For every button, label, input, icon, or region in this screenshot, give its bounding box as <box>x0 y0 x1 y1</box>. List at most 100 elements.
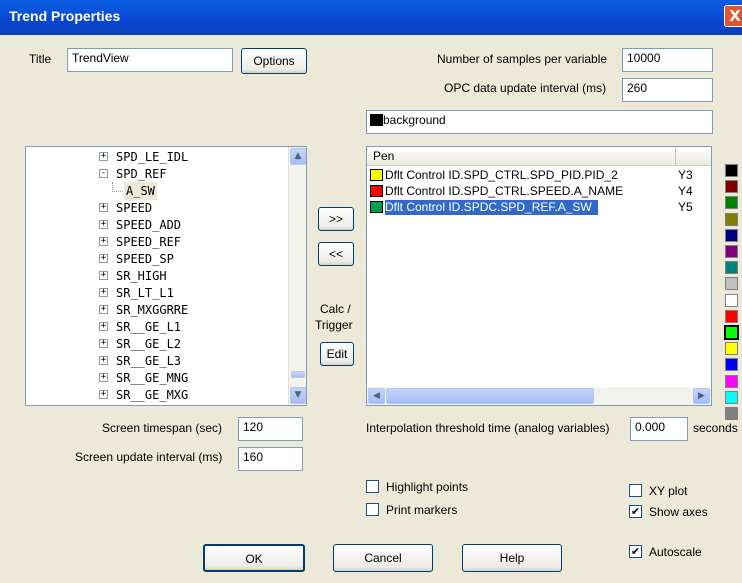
expand-icon[interactable]: + <box>99 339 108 348</box>
tree-connector <box>112 182 123 192</box>
samples-input[interactable]: 10000 <box>622 48 713 72</box>
title-input[interactable]: TrendView <box>67 48 233 72</box>
pen-color-swatch <box>370 185 383 197</box>
opc-interval-input[interactable]: 260 <box>622 78 713 102</box>
tree-item-label: SR__GE_L1 <box>116 320 182 334</box>
palette-color-swatch[interactable] <box>725 342 738 356</box>
tree-item[interactable]: A_SW <box>26 182 288 200</box>
tree-scrollbar[interactable]: ▲ ▼ <box>288 147 306 405</box>
xy-plot-checkbox[interactable] <box>629 484 642 497</box>
expand-icon[interactable]: + <box>99 254 108 263</box>
pen-axis: Y4 <box>678 184 693 198</box>
expand-icon[interactable]: + <box>99 305 108 314</box>
highlight-points-checkbox[interactable] <box>366 480 379 493</box>
autoscale-checkbox[interactable]: ✔ <box>629 545 642 558</box>
interpolation-input[interactable]: 0.000 <box>630 417 688 441</box>
print-markers-checkbox[interactable] <box>366 503 379 516</box>
scroll-up-icon[interactable]: ▲ <box>290 148 306 165</box>
tree-item[interactable]: + SPEED_REF <box>26 233 288 251</box>
tree-item[interactable]: + SR_HIGH <box>26 267 288 285</box>
collapse-icon[interactable]: - <box>99 169 108 178</box>
expand-icon[interactable]: + <box>99 322 108 331</box>
tree-item-label: SR_MXGGRRE <box>116 303 189 317</box>
palette-color-swatch[interactable] <box>725 358 738 372</box>
expand-icon[interactable]: + <box>99 237 108 246</box>
palette-color-swatch[interactable] <box>725 245 738 258</box>
expand-icon[interactable]: + <box>99 356 108 365</box>
background-color-field[interactable]: background <box>366 110 713 134</box>
expand-icon[interactable]: + <box>99 288 108 297</box>
palette-color-swatch[interactable] <box>725 180 738 194</box>
remove-pen-button[interactable]: << <box>318 242 354 266</box>
expand-icon[interactable]: + <box>99 373 108 382</box>
timespan-label: Screen timespan (sec) <box>102 421 223 435</box>
tree-item-label: SR__GE_MXG <box>116 388 189 402</box>
tree-item-label: SR__GE_L2 <box>116 337 182 351</box>
interpolation-label: Interpolation threshold time (analog var… <box>366 421 610 435</box>
expand-icon[interactable]: + <box>99 271 108 280</box>
palette-color-swatch[interactable] <box>725 374 738 388</box>
pen-column-header[interactable]: Pen <box>373 149 394 163</box>
palette-color-swatch[interactable] <box>725 407 738 420</box>
expand-icon[interactable]: + <box>99 152 108 161</box>
scroll-down-icon[interactable]: ▼ <box>290 387 306 404</box>
background-label: background <box>383 113 446 127</box>
palette-color-swatch[interactable] <box>725 196 738 210</box>
options-button[interactable]: Options <box>241 48 307 74</box>
trend-properties-dialog: Trend Properties X Title TrendView Optio… <box>0 0 742 583</box>
tree-item-label: SPD_REF <box>116 167 167 181</box>
pen-axis: Y3 <box>678 168 693 182</box>
tree-item[interactable]: + SR__GE_MNG <box>26 369 288 387</box>
pen-row[interactable]: Dflt Control ID.SPD_CTRL.SPD_PID.PID_2 Y3 <box>369 168 709 183</box>
tree-item-label: SPEED_SP <box>116 252 174 266</box>
tree-item[interactable]: + SPD_LE_IDL <box>26 148 288 166</box>
palette-color-swatch[interactable] <box>725 212 738 226</box>
close-button[interactable]: X <box>724 5 742 27</box>
pen-name: Dflt Control ID.SPDC.SPD_REF.A_SW <box>385 200 598 215</box>
pen-axis: Y5 <box>678 200 693 214</box>
expand-icon[interactable]: + <box>99 203 108 212</box>
pen-list[interactable]: Pen ◀ ▶ Dflt Control ID.SPD_CTRL.SPD_PID… <box>366 146 712 406</box>
add-pen-button[interactable]: >> <box>318 207 354 231</box>
palette-color-swatch[interactable] <box>725 293 738 307</box>
help-button[interactable]: Help <box>462 544 562 572</box>
palette-color-swatch[interactable] <box>725 390 738 404</box>
tree-item-label: SPEED_REF <box>116 235 182 249</box>
column-divider <box>675 147 676 165</box>
edit-button[interactable]: Edit <box>320 342 354 366</box>
tree-item[interactable]: + SR__GE_L2 <box>26 335 288 353</box>
variable-tree[interactable]: ▲ ▼ + SPD_LE_IDL - SPD_REF A_SW + SPEED + SPEED_… <box>25 146 307 406</box>
tree-item[interactable]: + SPEED_ADD <box>26 216 288 234</box>
show-axes-checkbox[interactable]: ✔ <box>629 505 642 518</box>
hscroll-thumb[interactable] <box>386 388 594 404</box>
ok-button[interactable]: OK <box>203 544 305 572</box>
cancel-button[interactable]: Cancel <box>333 544 433 572</box>
tree-item[interactable]: + SPEED <box>26 199 288 217</box>
palette-color-swatch[interactable] <box>725 309 738 323</box>
trigger-label: Trigger <box>315 318 353 332</box>
tree-item[interactable]: + SR__GE_L1 <box>26 318 288 336</box>
palette-color-swatch[interactable] <box>725 164 738 177</box>
tree-item[interactable]: + SR__GE_L3 <box>26 352 288 370</box>
pen-row[interactable]: Dflt Control ID.SPDC.SPD_REF.A_SW Y5 <box>369 200 709 215</box>
tree-item[interactable]: + SR_LT_L1 <box>26 284 288 302</box>
palette-color-swatch[interactable] <box>725 277 738 291</box>
pen-list-hscrollbar[interactable]: ◀ ▶ <box>367 387 711 405</box>
expand-icon[interactable]: + <box>99 220 108 229</box>
tree-item[interactable]: + SR_MXGGRRE <box>26 301 288 319</box>
pen-row[interactable]: Dflt Control ID.SPD_CTRL.SPEED.A_NAME Y4 <box>369 184 709 199</box>
scroll-right-icon[interactable]: ▶ <box>693 388 710 404</box>
palette-color-swatch[interactable] <box>725 261 738 275</box>
palette-color-swatch[interactable] <box>725 228 738 242</box>
tree-item[interactable]: + SPEED_SP <box>26 250 288 268</box>
pen-color-swatch <box>370 169 383 181</box>
scroll-left-icon[interactable]: ◀ <box>368 388 385 404</box>
xy-plot-label: XY plot <box>649 484 688 498</box>
tree-item[interactable]: - SPD_REF <box>26 165 288 183</box>
expand-icon[interactable]: + <box>99 390 108 399</box>
update-interval-input[interactable]: 160 <box>238 447 303 471</box>
scroll-thumb[interactable] <box>291 371 305 378</box>
timespan-input[interactable]: 120 <box>238 417 303 441</box>
tree-item[interactable]: + SR__GE_MXG <box>26 386 288 404</box>
palette-color-swatch[interactable] <box>724 325 739 340</box>
